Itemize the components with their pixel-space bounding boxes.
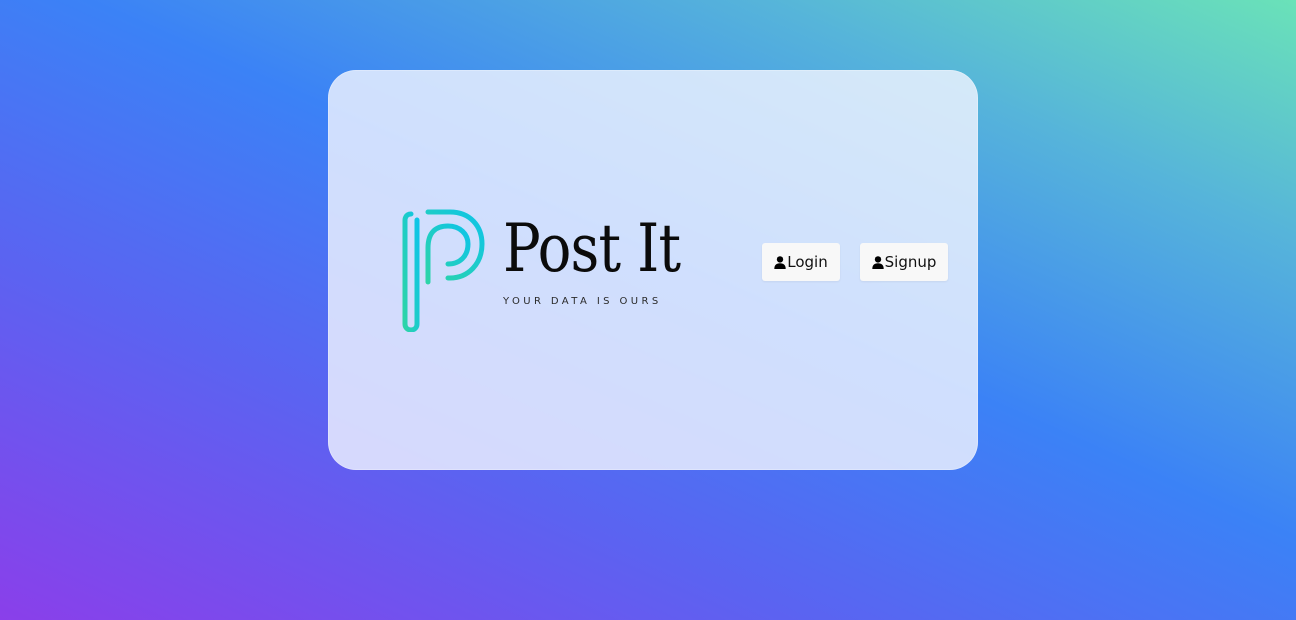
welcome-card: Post It YOUR DATA IS OURS Login Signup (328, 70, 978, 470)
p-logo-icon (402, 209, 485, 332)
user-icon (774, 255, 786, 269)
signup-button[interactable]: Signup (860, 243, 948, 281)
login-label: Login (787, 253, 828, 271)
login-button[interactable]: Login (762, 243, 840, 281)
brand-tagline: YOUR DATA IS OURS (503, 296, 662, 307)
brand-name: Post It (503, 210, 681, 287)
signup-label: Signup (884, 253, 937, 271)
user-icon (871, 255, 884, 269)
